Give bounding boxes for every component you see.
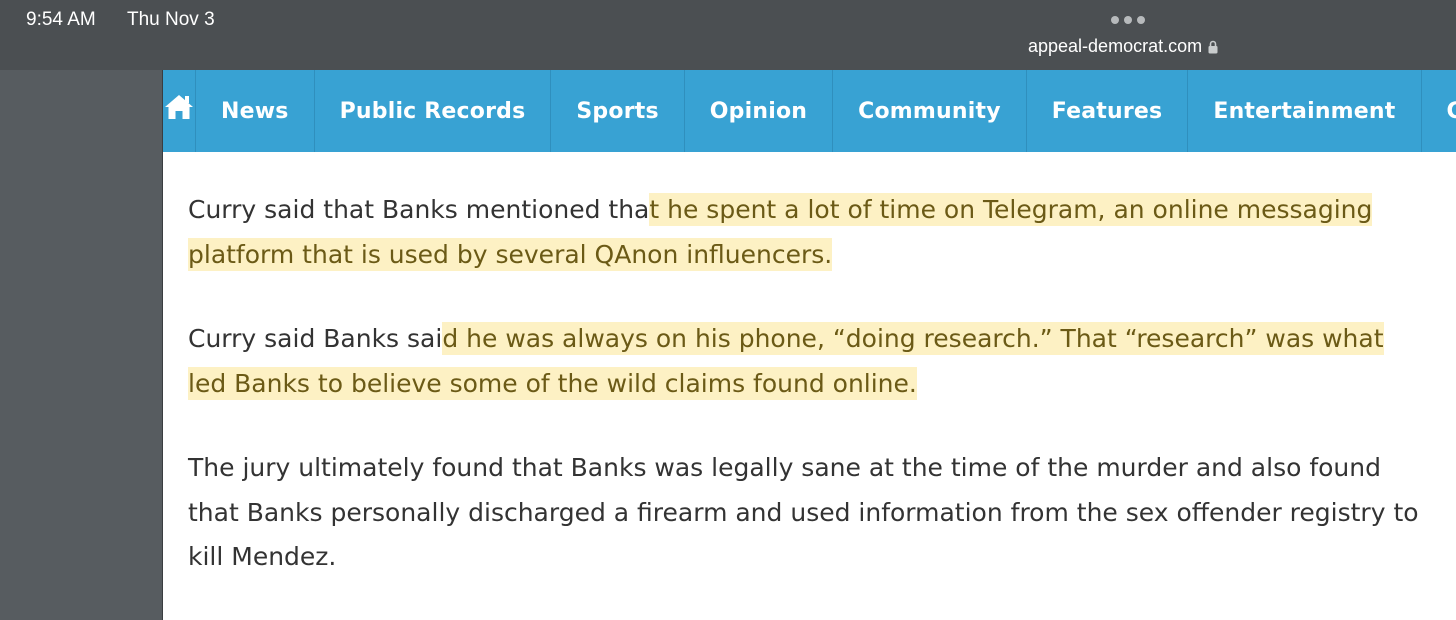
- nav-item-truncated[interactable]: C: [1422, 70, 1456, 152]
- nav-item-public-records[interactable]: Public Records: [315, 70, 552, 152]
- address-bar[interactable]: appeal-democrat.com: [1028, 36, 1218, 57]
- paragraph-text: Curry said Banks sai: [188, 324, 443, 353]
- article-paragraph: The jury ultimately found that Banks was…: [188, 453, 1419, 571]
- left-gutter: [0, 70, 162, 620]
- article-body: Curry said that Banks mentioned that he …: [188, 188, 1428, 620]
- article-paragraph: Curry said that Banks mentioned that he …: [188, 188, 1428, 277]
- nav-item-entertainment[interactable]: Entertainment: [1188, 70, 1422, 152]
- lock-icon: [1208, 40, 1218, 54]
- home-icon: [163, 93, 195, 126]
- more-options-icon[interactable]: [1111, 16, 1145, 24]
- status-date: Thu Nov 3: [127, 9, 215, 30]
- nav-item-community[interactable]: Community: [833, 70, 1027, 152]
- nav-home-button[interactable]: [163, 70, 196, 152]
- paragraph-text: Curry said that Banks mentioned tha: [188, 195, 650, 224]
- nav-item-sports[interactable]: Sports: [551, 70, 685, 152]
- url-text: appeal-democrat.com: [1028, 36, 1203, 56]
- status-bar: 9:54 AM Thu Nov 3 appeal-democrat.com: [0, 0, 1456, 70]
- article-paragraph: Curry said Banks said he was always on h…: [188, 317, 1428, 406]
- web-page: News Public Records Sports Opinion Commu…: [162, 70, 1456, 620]
- nav-item-features[interactable]: Features: [1027, 70, 1189, 152]
- status-time: 9:54 AM: [26, 9, 96, 30]
- nav-item-opinion[interactable]: Opinion: [685, 70, 834, 152]
- nav-item-news[interactable]: News: [196, 70, 315, 152]
- main-navbar: News Public Records Sports Opinion Commu…: [163, 70, 1456, 152]
